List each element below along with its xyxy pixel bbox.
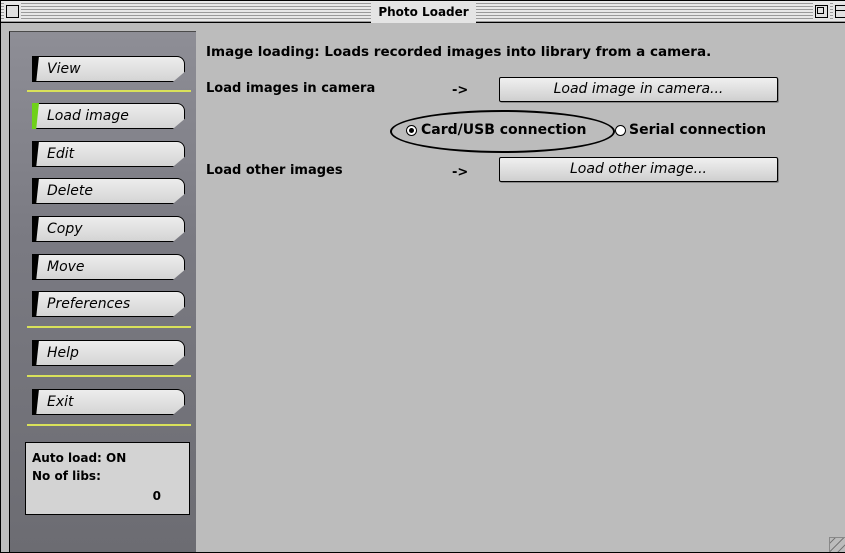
other-row-label: Load other images: [206, 163, 343, 178]
divider: [27, 424, 191, 426]
camera-row-arrow: ->: [452, 83, 469, 98]
sidebar-item-label: Move: [47, 259, 85, 275]
card-usb-label[interactable]: Card/USB connection: [421, 122, 586, 138]
camera-row-label: Load images in camera: [206, 81, 376, 96]
window-title-wrap: Photo Loader: [1, 1, 845, 23]
title-bar[interactable]: Photo Loader: [1, 1, 845, 23]
tab-marker-icon: [32, 178, 39, 204]
load-image-in-camera-button[interactable]: Load image in camera...: [499, 77, 778, 102]
tab-marker-icon: [32, 254, 39, 280]
tab-marker-icon: [32, 389, 39, 415]
resize-grip-icon[interactable]: [829, 537, 845, 552]
sidebar-item-delete[interactable]: Delete: [32, 178, 185, 204]
sidebar-item-edit[interactable]: Edit: [32, 141, 185, 167]
sidebar-item-help[interactable]: Help: [32, 340, 185, 366]
serial-label[interactable]: Serial connection: [629, 122, 766, 138]
zoom-box-icon[interactable]: [815, 5, 828, 18]
sidebar-item-view[interactable]: View: [32, 56, 185, 82]
load-other-image-button[interactable]: Load other image...: [499, 157, 778, 182]
divider: [27, 326, 191, 328]
sidebar-item-preferences[interactable]: Preferences: [32, 291, 185, 317]
auto-load-status: Auto load: ON: [32, 451, 127, 465]
sidebar: View Load image Edit Delete Copy Move Pr…: [9, 31, 196, 552]
sidebar-item-label: Delete: [47, 183, 93, 199]
sidebar-item-label: View: [47, 61, 81, 77]
other-row-arrow: ->: [452, 165, 469, 180]
sidebar-item-label: Preferences: [47, 296, 131, 312]
tab-marker-icon: [32, 56, 39, 82]
tab-marker-icon: [32, 141, 39, 167]
sidebar-item-label: Edit: [47, 146, 75, 162]
sidebar-item-label: Help: [47, 345, 79, 361]
collapse-box-icon[interactable]: [835, 5, 845, 18]
sidebar-item-copy[interactable]: Copy: [32, 216, 185, 242]
libs-count-value: 0: [152, 489, 161, 503]
tab-marker-icon: [32, 340, 39, 366]
divider: [27, 90, 191, 92]
sidebar-item-label: Exit: [47, 394, 74, 410]
card-usb-radio[interactable]: [406, 125, 417, 136]
tab-marker-icon: [32, 291, 39, 317]
sidebar-item-exit[interactable]: Exit: [32, 389, 185, 415]
divider: [27, 375, 191, 377]
sidebar-item-load-image[interactable]: Load image: [32, 103, 185, 129]
serial-radio[interactable]: [615, 125, 626, 136]
window-title: Photo Loader: [371, 2, 476, 23]
sidebar-item-label: Load image: [47, 108, 129, 124]
page-description: Image loading: Loads recorded images int…: [206, 44, 712, 60]
active-tab-marker-icon: [32, 103, 39, 129]
libs-count-label: No of libs:: [32, 469, 101, 483]
photo-loader-window: Photo Loader View Load image Edit Delete…: [0, 0, 845, 553]
status-panel: Auto load: ON No of libs: 0: [25, 442, 190, 515]
sidebar-item-move[interactable]: Move: [32, 254, 185, 280]
sidebar-item-label: Copy: [47, 221, 83, 237]
tab-marker-icon: [32, 216, 39, 242]
